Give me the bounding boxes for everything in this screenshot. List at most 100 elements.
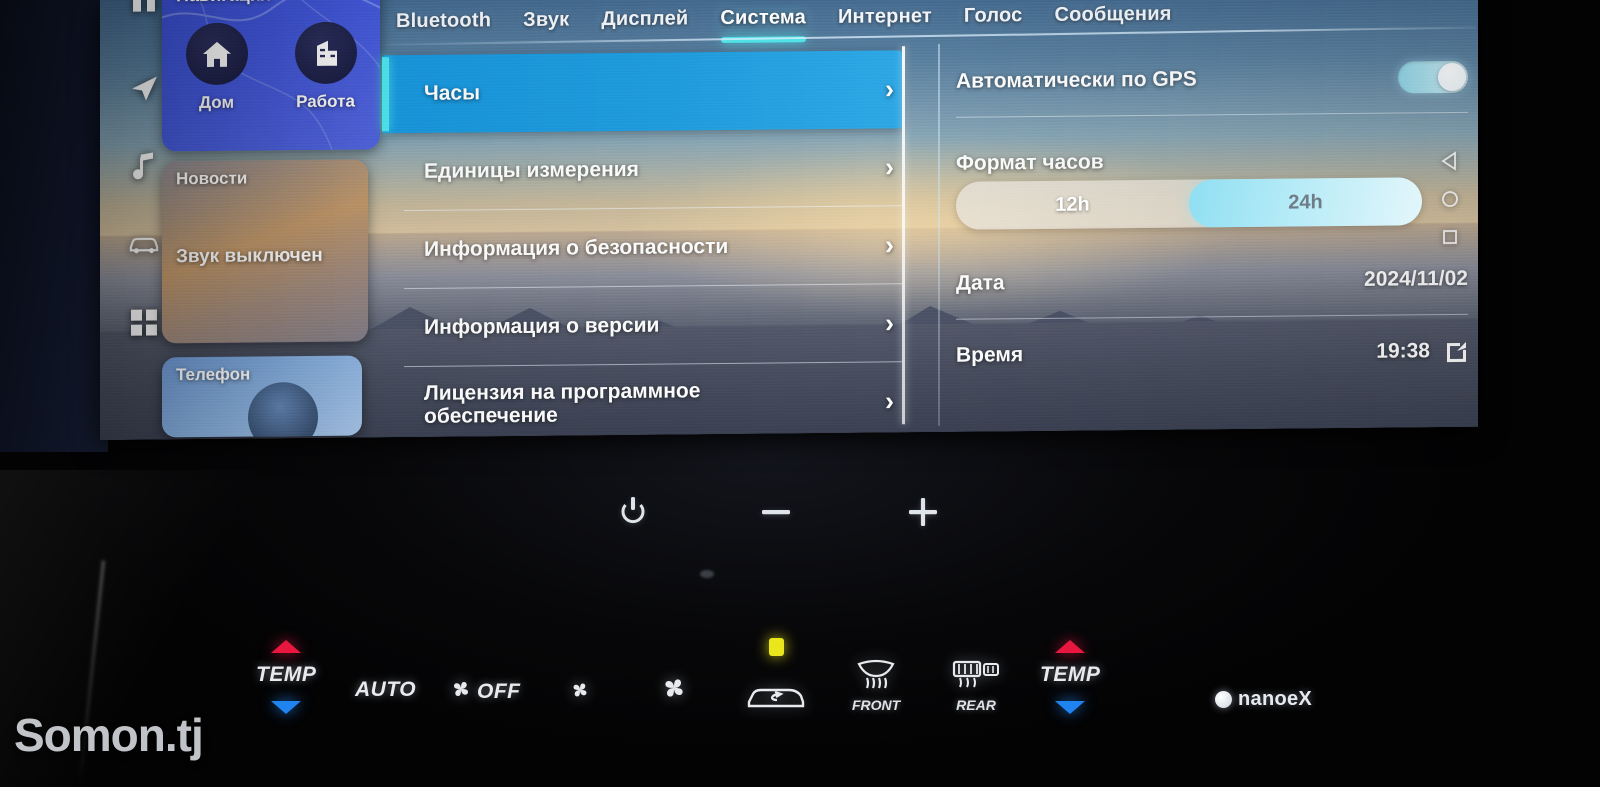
fan-speed-up-button[interactable] [658,672,690,709]
home-circle-icon[interactable] [1440,189,1460,209]
sidebar-cards[interactable]: Навигация Дом Работа [162,0,380,440]
list-item-label: Единицы измерения [424,157,639,183]
defrost-rear-icon [950,658,1002,699]
chevron-right-icon: › [885,73,894,104]
tab-display[interactable]: Дисплей [585,7,704,31]
hardware-button-row[interactable] [620,495,940,534]
music-note-icon[interactable] [127,149,161,183]
card-navigation-title: Навигация [176,0,271,6]
list-item-units[interactable]: Единицы измерения › [382,128,902,212]
setting-clock-format-label: Формат часов [956,150,1104,175]
air-recirculation-icon [745,680,807,717]
segment-24h[interactable]: 24h [1189,177,1422,227]
tab-internet[interactable]: Интернет [822,4,948,28]
nav-shortcut-work[interactable]: Работа [294,21,357,113]
plus-icon[interactable] [906,495,940,534]
climate-control-bar[interactable]: TEMP AUTO OFF FRONT REAR TEMP [240,638,1350,770]
gps-auto-toggle[interactable] [1398,60,1468,94]
card-phone[interactable]: Телефон [162,355,362,438]
segment-12h[interactable]: 12h [956,180,1189,230]
card-phone-title: Телефон [176,364,251,385]
air-recirculation-button[interactable] [745,638,807,717]
setting-clock-format: Формат часов [956,113,1468,176]
nanoex-indicator: nanoeX [1215,688,1312,711]
defrost-rear-label: REAR [956,697,996,713]
infotainment-display[interactable]: Bluetooth Звук Дисплей Система Интернет … [100,0,1478,441]
panel-divider [938,43,940,426]
fan-icon [448,676,474,707]
watermark: Somon.tj [14,709,204,761]
tab-sound[interactable]: Звук [507,8,585,32]
setting-date-label: Дата [956,271,1005,295]
recents-square-icon[interactable] [1440,227,1460,247]
temp-left-control[interactable]: TEMP [256,640,316,714]
setting-gps-auto-label: Автоматически по GPS [956,67,1197,93]
nav-shortcut-home-label: Дом [198,92,235,113]
list-item-version-info[interactable]: Информация о версии › [382,284,902,368]
nav-shortcut-home[interactable]: Дом [185,22,248,114]
nav-shortcut-work-label: Работа [296,91,355,112]
toggle-knob [1438,62,1466,92]
fan-speed-down-button[interactable] [568,678,592,707]
defrost-front-icon [853,658,899,699]
defrost-front-button[interactable]: FRONT [852,658,900,713]
nanoex-label: nanoeX [1238,688,1313,710]
avatar [248,381,318,438]
auto-label: AUTO [355,678,417,701]
defrost-front-label: FRONT [852,697,901,713]
tab-messages[interactable]: Сообщения [1039,2,1188,26]
pause-icon[interactable] [127,0,161,28]
up-chevron-icon[interactable] [271,640,302,653]
clock-format-segmented-control[interactable]: 12h 24h [956,177,1422,230]
power-icon[interactable] [620,497,646,532]
apps-grid-icon[interactable] [127,305,161,339]
chevron-right-icon: › [885,385,894,416]
down-chevron-icon[interactable] [1055,701,1086,714]
setting-time-label: Время [956,343,1024,367]
back-triangle-icon[interactable] [1440,151,1460,171]
list-item-software-license[interactable]: Лицензия на программное обеспечение › [382,362,902,440]
navigation-arrow-icon[interactable] [127,71,161,105]
temp-right-label: TEMP [1040,663,1101,686]
fan-large-icon [658,672,690,709]
tab-bluetooth[interactable]: Bluetooth [380,9,507,33]
list-item-clock[interactable]: Часы › [382,50,902,134]
setting-date[interactable]: Дата 2024/11/02 [956,243,1468,320]
temp-right-control[interactable]: TEMP [1040,640,1100,714]
setting-date-value: 2024/11/02 [1364,266,1468,291]
setting-time[interactable]: Время 19:38 [956,315,1468,392]
tab-voice[interactable]: Голос [948,3,1039,27]
list-item-label: Информация о версии [424,313,660,339]
chevron-right-icon: › [885,151,894,182]
setting-gps-auto[interactable]: Автоматически по GPS [956,41,1468,118]
chevron-right-icon: › [885,307,894,338]
setting-time-value-cell[interactable]: 19:38 [1376,339,1468,364]
defrost-rear-button[interactable]: REAR [950,658,1002,713]
recirculation-led-indicator [768,638,784,656]
microphone-pinhole [700,570,714,578]
edit-square-icon[interactable] [1444,339,1468,363]
minus-icon[interactable] [759,497,793,532]
office-building-icon [294,21,357,85]
nanoex-dot-icon [1215,691,1232,708]
down-chevron-icon[interactable] [271,701,302,714]
clock-settings-pane[interactable]: Автоматически по GPS Формат часов 12h 24… [956,41,1468,392]
up-chevron-icon[interactable] [1055,640,1086,653]
list-item-safety-info[interactable]: Информация о безопасности › [382,206,902,290]
card-news[interactable]: Новости Звук выключен [162,159,368,344]
android-nav-hints[interactable] [1440,151,1460,247]
clock-format-segmented-wrap: 12h 24h [956,171,1468,248]
list-item-label: Информация о безопасности [424,234,729,261]
fan-off-label: OFF [477,679,521,703]
tab-system[interactable]: Система [704,6,822,30]
fan-off-button[interactable]: OFF [448,676,521,707]
card-news-title: Новости [176,168,248,189]
card-navigation[interactable]: Навигация Дом Работа [162,0,380,152]
settings-list[interactable]: Часы › Единицы измерения › Информация о … [382,50,902,440]
home-icon [185,22,248,86]
auto-button[interactable]: AUTO [355,678,416,702]
panel-scrollbar[interactable] [902,46,905,425]
temp-left-label: TEMP [256,663,317,686]
car-icon[interactable] [127,227,161,261]
fan-small-icon [568,678,592,707]
